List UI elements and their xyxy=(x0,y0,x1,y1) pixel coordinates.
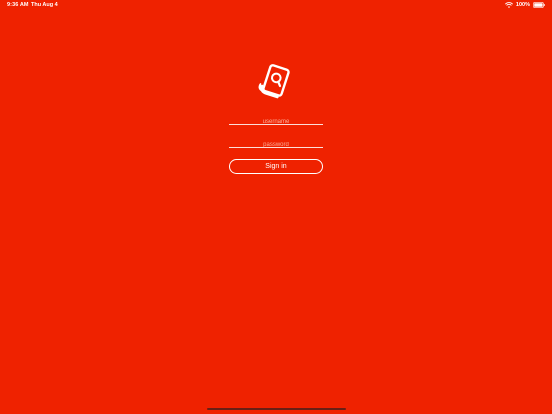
username-input[interactable] xyxy=(229,115,323,129)
battery-icon xyxy=(533,2,545,8)
password-field xyxy=(229,133,323,152)
status-date: Thu Aug 4 xyxy=(31,2,58,8)
receipt-search-icon xyxy=(256,63,296,101)
wifi-icon xyxy=(504,2,513,8)
status-time: 9:36 AM xyxy=(7,2,29,8)
username-field xyxy=(229,110,323,129)
status-right: 100% xyxy=(504,1,545,9)
sign-in-button[interactable]: Sign in xyxy=(229,159,323,174)
home-indicator[interactable] xyxy=(207,408,346,410)
password-input[interactable] xyxy=(229,138,323,152)
battery-percent: 100% xyxy=(515,2,530,8)
status-bar: 9:36 AM Thu Aug 4 100% xyxy=(0,0,552,12)
